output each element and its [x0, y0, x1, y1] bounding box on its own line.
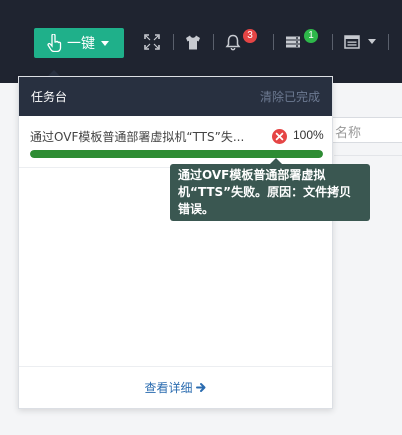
- error-tooltip: 通过OVF模板普通部署虚拟机“TTS”失败。原因：文件拷贝错误。: [170, 164, 370, 221]
- toolbar-divider: [173, 34, 174, 50]
- fullscreen-icon[interactable]: [142, 32, 162, 52]
- error-icon[interactable]: [272, 129, 287, 144]
- search-input[interactable]: 名称: [326, 117, 402, 143]
- server-badge: 1: [304, 29, 318, 43]
- task-name: 通过OVF模板普通部署虚拟机“TTS”失...: [30, 130, 245, 144]
- toolbar-divider: [388, 34, 389, 50]
- chevron-down-icon: [101, 40, 109, 46]
- one-key-button[interactable]: 一键: [34, 28, 124, 58]
- arrow-right-icon: [195, 383, 205, 392]
- server-icon[interactable]: [283, 32, 303, 52]
- window-icon[interactable]: [342, 32, 362, 52]
- notification-badge: 3: [243, 29, 257, 43]
- task-item[interactable]: 通过OVF模板普通部署虚拟机“TTS”失... 100%: [19, 116, 332, 168]
- divider: [334, 155, 402, 156]
- task-progress-fill: [30, 150, 323, 158]
- clear-completed-button[interactable]: 清除已完成: [260, 88, 320, 105]
- task-panel-header: 任务台 清除已完成: [19, 77, 332, 116]
- view-details-link[interactable]: 查看详细: [144, 379, 206, 396]
- search-placeholder: 名称: [335, 126, 362, 141]
- one-key-label: 一键: [67, 36, 95, 52]
- view-details-label: 查看详细: [144, 381, 193, 395]
- toolbar-divider: [332, 34, 333, 50]
- task-progress-bar: [30, 150, 323, 158]
- tshirt-icon[interactable]: [183, 32, 203, 52]
- bell-icon[interactable]: [223, 32, 243, 52]
- hand-icon: [47, 34, 62, 52]
- chevron-down-icon[interactable]: [368, 39, 376, 44]
- toolbar-divider: [273, 34, 274, 50]
- task-panel-footer: 查看详细: [19, 366, 332, 408]
- task-panel: 任务台 清除已完成 通过OVF模板普通部署虚拟机“TTS”失... 100% 查…: [18, 76, 333, 409]
- task-panel-title: 任务台: [31, 90, 68, 104]
- task-percent: 100%: [293, 128, 324, 142]
- toolbar-divider: [213, 34, 214, 50]
